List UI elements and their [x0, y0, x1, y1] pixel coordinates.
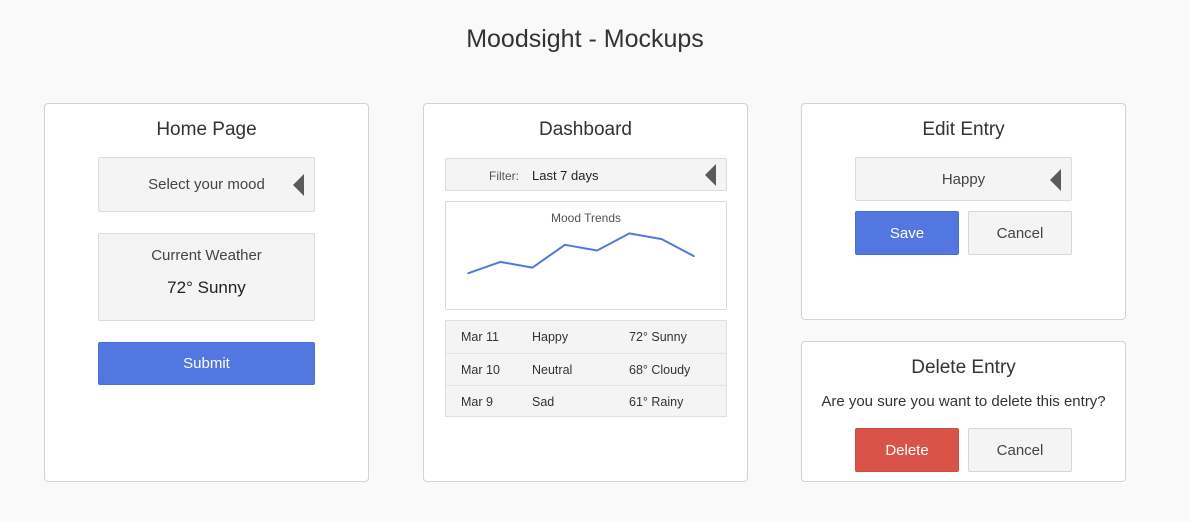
- entry-mood: Happy: [532, 330, 569, 344]
- delete-entry-title: Delete Entry: [911, 357, 1016, 378]
- submit-button[interactable]: Submit: [98, 342, 315, 385]
- mood-trend-point-5: [628, 232, 631, 235]
- dashboard-card: Dashboard Filter: Last 7 days Mood Trend…: [423, 103, 748, 482]
- mood-select-dropdown[interactable]: Select your mood: [98, 157, 315, 212]
- entries-table: Mar 11 Happy 72° Sunny Mar 10 Neutral 68…: [445, 320, 727, 417]
- mood-select-dropdown[interactable]: Happy: [855, 157, 1072, 201]
- entry-mood: Neutral: [532, 363, 573, 377]
- entry-date: Mar 9: [461, 395, 493, 409]
- mood-trend-point-4: [596, 249, 598, 252]
- filter-value: Last 7 days: [532, 168, 599, 183]
- table-row[interactable]: Mar 10 Neutral 68° Cloudy: [446, 353, 726, 385]
- entry-date: Mar 10: [461, 363, 500, 377]
- weather-value: 72° Sunny: [167, 278, 246, 297]
- dropdown-caret-icon: [293, 174, 304, 196]
- entry-mood: Sad: [532, 395, 555, 409]
- delete-button[interactable]: Delete: [855, 428, 959, 472]
- mood-trend-point-2: [531, 266, 534, 269]
- delete-confirmation-message: Are you sure you want to delete this ent…: [821, 393, 1106, 410]
- home-page-card: Home Page Select your mood Current Weath…: [44, 103, 369, 482]
- mood-trend-point-7: [693, 255, 695, 257]
- dropdown-caret-icon: [1050, 169, 1061, 191]
- cancel-button[interactable]: Cancel: [968, 428, 1072, 472]
- home-page-title: Home Page: [156, 119, 257, 140]
- filter-label: Filter:: [489, 169, 519, 183]
- mood-trend-line: [467, 232, 695, 275]
- dropdown-caret-icon: [705, 164, 716, 186]
- edit-entry-title: Edit Entry: [922, 119, 1005, 140]
- entry-weather: 72° Sunny: [629, 330, 687, 344]
- table-row[interactable]: Mar 9 Sad 61° Rainy: [446, 385, 726, 417]
- page-title: Moodsight - Mockups: [466, 25, 704, 53]
- edit-entry-card: Edit Entry Happy Save Cancel: [801, 103, 1126, 320]
- entry-date: Mar 11: [461, 330, 499, 344]
- mood-trend-point-1: [499, 261, 502, 263]
- delete-entry-card: Delete Entry Are you sure you want to de…: [801, 341, 1126, 482]
- dashboard-title: Dashboard: [539, 119, 632, 140]
- mood-select-value: Happy: [941, 170, 986, 188]
- entry-weather: 68° Cloudy: [629, 363, 691, 377]
- table-row[interactable]: Mar 11 Happy 72° Sunny: [446, 321, 726, 353]
- mood-trend-point-6: [660, 238, 663, 240]
- mood-select-label: Select your mood: [148, 176, 265, 193]
- mood-trend-svg: [467, 232, 695, 275]
- save-button[interactable]: Save: [855, 211, 959, 255]
- weather-panel: Current Weather 72° Sunny: [98, 233, 315, 321]
- mood-trends-chart: Mood Trends: [445, 201, 727, 310]
- mood-trend-point-0: [467, 272, 469, 275]
- cancel-button[interactable]: Cancel: [968, 211, 1072, 255]
- filter-dropdown[interactable]: Filter: Last 7 days: [445, 158, 727, 191]
- mood-trend-point-3: [564, 244, 566, 246]
- weather-label: Current Weather: [151, 247, 262, 264]
- entry-weather: 61° Rainy: [629, 395, 684, 409]
